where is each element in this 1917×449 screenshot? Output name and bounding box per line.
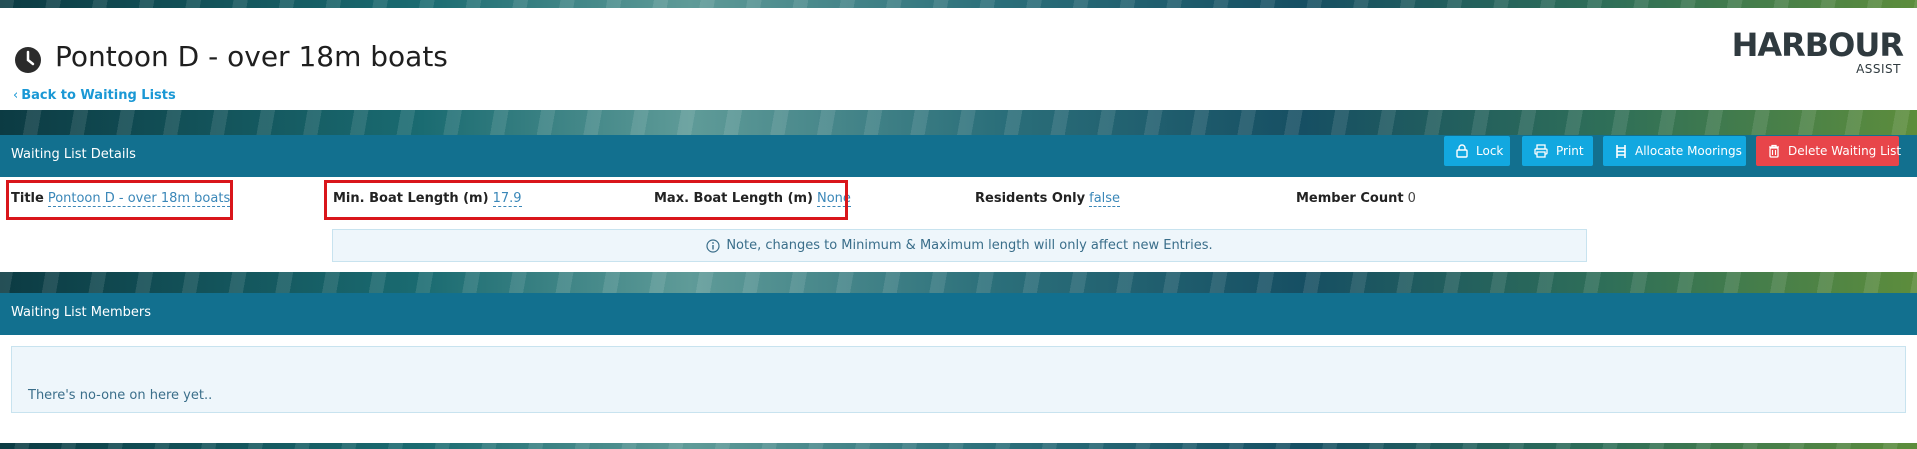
page-title: Pontoon D - over 18m boats <box>55 40 448 73</box>
residents-only-label: Residents Only <box>975 191 1086 206</box>
lock-icon <box>1456 144 1468 158</box>
print-button-label: Print <box>1556 144 1584 158</box>
details-section-title: Waiting List Details <box>11 147 136 162</box>
empty-members-text: There's no-one on here yet.. <box>28 388 213 403</box>
details-panel: Title Pontoon D - over 18m boats Min. Boa… <box>0 177 1917 272</box>
harbour-assist-logo: HARBOUR ASSIST <box>1732 26 1904 88</box>
residents-only-field: Residents Only false <box>975 191 1121 207</box>
member-count-field: Member Count 0 <box>1296 191 1416 206</box>
allocate-moorings-button[interactable]: Allocate Moorings <box>1603 136 1746 166</box>
member-count-value: 0 <box>1407 191 1416 206</box>
boat-length-highlight-box <box>324 180 848 220</box>
members-section-title: Waiting List Members <box>11 305 152 320</box>
logo-wordmark: HARBOUR <box>1731 26 1904 64</box>
chevron-left-icon: ‹ <box>13 88 19 103</box>
length-change-note: Note, changes to Minimum & Maximum lengt… <box>332 229 1587 262</box>
page-header: Pontoon D - over 18m boats ‹ Back to Wait… <box>0 8 1917 110</box>
residents-only-value[interactable]: false <box>1089 191 1121 207</box>
allocate-moorings-label: Allocate Moorings <box>1635 144 1742 158</box>
member-count-label: Member Count <box>1296 191 1404 206</box>
print-button[interactable]: Print <box>1522 136 1593 166</box>
ladder-icon <box>1616 144 1626 158</box>
trash-icon <box>1769 144 1779 158</box>
print-icon <box>1534 144 1548 158</box>
length-change-note-text: Note, changes to Minimum & Maximum lengt… <box>726 238 1213 253</box>
back-link-label: Back to Waiting Lists <box>21 88 176 103</box>
members-section-bar: Waiting List Members <box>0 293 1917 335</box>
logo-subtitle: ASSIST <box>1856 62 1901 76</box>
empty-members-box: There's no-one on here yet.. <box>11 346 1906 413</box>
lock-button-label: Lock <box>1476 144 1504 158</box>
delete-waiting-list-label: Delete Waiting List <box>1788 144 1902 158</box>
delete-waiting-list-button[interactable]: Delete Waiting List <box>1756 136 1902 166</box>
back-to-waiting-lists-link[interactable]: ‹ Back to Waiting Lists <box>13 88 176 103</box>
info-icon <box>706 238 720 253</box>
members-panel: There's no-one on here yet.. <box>0 335 1917 443</box>
clock-icon <box>15 47 41 73</box>
lock-button[interactable]: Lock <box>1444 136 1510 166</box>
title-highlight-box <box>6 180 233 220</box>
